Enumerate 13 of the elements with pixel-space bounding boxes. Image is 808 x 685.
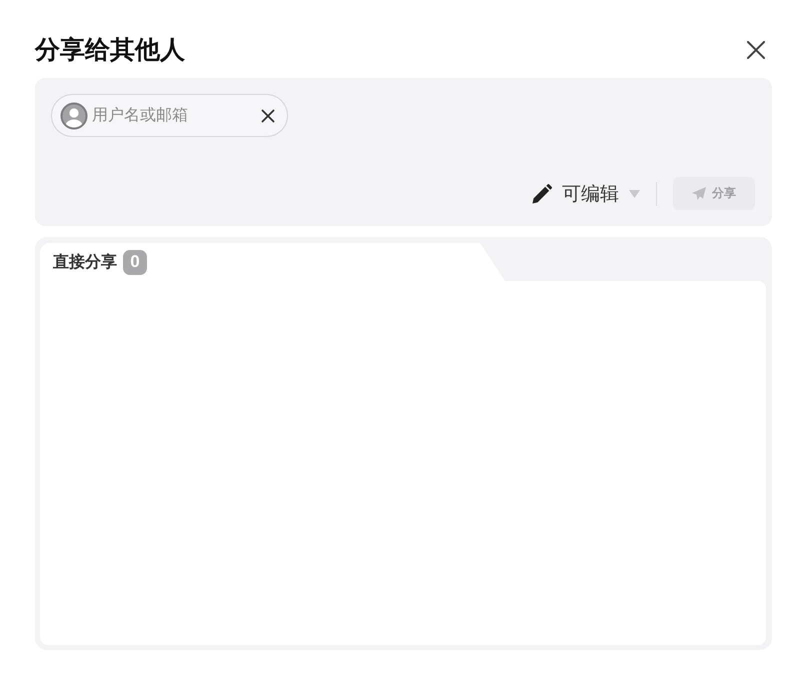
pencil-icon <box>532 184 552 204</box>
caret-down-icon <box>629 190 640 198</box>
permission-dropdown[interactable]: 可编辑 <box>532 180 640 206</box>
count-badge: 0 <box>123 250 147 274</box>
user-avatar-icon <box>60 102 88 130</box>
send-icon <box>692 187 706 200</box>
close-button[interactable] <box>746 40 766 60</box>
close-icon <box>261 108 275 122</box>
close-icon <box>747 41 765 59</box>
tab-label: 直接分享 <box>53 252 117 272</box>
dialog-title: 分享给其他人 <box>35 35 185 66</box>
clear-button[interactable] <box>261 108 275 122</box>
direct-share-tab[interactable]: 直接分享 0 <box>40 243 505 281</box>
